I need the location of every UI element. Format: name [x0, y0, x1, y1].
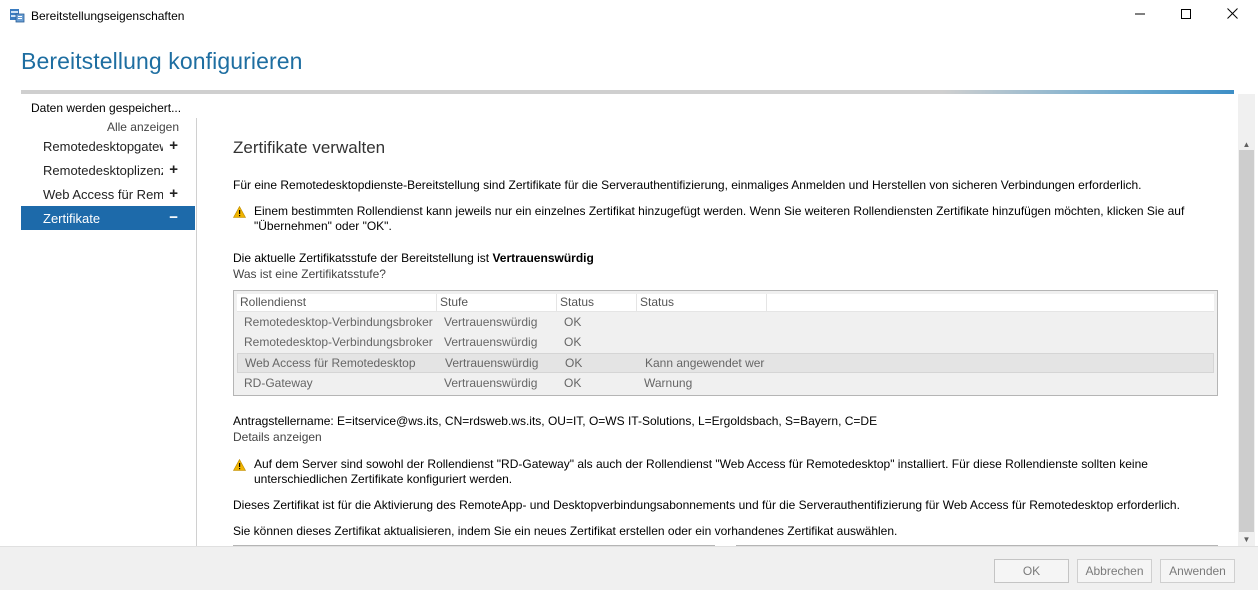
certificate-update-text: Sie können dieses Zertifikat aktualisier… [233, 524, 898, 538]
ok-button[interactable]: OK [994, 559, 1069, 583]
cell-level: Vertrauenswürdig [444, 315, 538, 329]
sidebar-item-label: Zertifikate [43, 210, 101, 226]
close-icon [1226, 8, 1238, 22]
window-title: Bereitstellungseigenschaften [31, 9, 185, 23]
intro-text: Für eine Remotedesktopdienste-Bereitstel… [233, 178, 1142, 192]
certificate-level-line: Die aktuelle Zertifikatsstufe der Bereit… [233, 251, 594, 265]
warning-message: Einem bestimmten Rollendienst kann jewei… [232, 204, 1194, 234]
expand-icon: + [169, 161, 178, 178]
warning-icon [232, 205, 247, 218]
maximize-button[interactable] [1163, 0, 1209, 30]
cell-status: OK [565, 356, 583, 370]
subject-name: Antragstellername: E=itservice@ws.its, C… [233, 414, 878, 428]
maximize-icon [1181, 8, 1191, 22]
sidebar: Daten werden gespeichert... Alle anzeige… [0, 94, 210, 546]
server-properties-icon [9, 7, 25, 23]
minimize-button[interactable] [1117, 0, 1163, 30]
warning-message: Auf dem Server sind sowohl der Rollendie… [232, 457, 1194, 487]
sidebar-item-label: Web Access für Remotedesktop [43, 186, 163, 202]
vertical-scrollbar[interactable]: ▲ ▼ [1238, 94, 1255, 546]
cell-status: OK [564, 315, 582, 329]
warning-text: Einem bestimmten Rollendienst kann jewei… [254, 204, 1185, 233]
expand-icon: + [169, 185, 178, 202]
certificate-level-value: Vertrauenswürdig [492, 251, 594, 265]
cell-role: Remotedesktop-Verbindungsbroker [244, 315, 433, 329]
cell-status-detail: Warnung [644, 376, 693, 390]
certificate-usage-text: Dieses Zertifikat ist für die Aktivierun… [233, 498, 1180, 512]
table-row-selected[interactable]: Web Access für Remotedesktop Vertrauensw… [237, 353, 1214, 373]
main-content: Zertifikate verwalten Für eine Remotedes… [232, 94, 1233, 546]
table-row[interactable]: RD-Gateway Vertrauenswürdig OK Warnung [237, 374, 1214, 394]
sidebar-item-zertifikate[interactable]: Zertifikate − [21, 206, 195, 230]
page-title: Bereitstellung konfigurieren [21, 48, 303, 74]
column-header-status[interactable]: Status [557, 294, 637, 312]
title-bar: Bereitstellungseigenschaften [0, 0, 1258, 31]
scroll-down-icon[interactable]: ▼ [1238, 532, 1255, 546]
role-service-table: Rollendienst Stufe Status Status Remoted… [233, 290, 1218, 396]
cell-status-detail: Kann angewendet wer [645, 356, 765, 370]
table-header: Rollendienst Stufe Status Status [237, 294, 1214, 312]
certificate-level-help-link[interactable]: Was ist eine Zertifikatsstufe? [233, 267, 386, 281]
table-row[interactable]: Remotedesktop-Verbindungsbroker Vertraue… [237, 313, 1214, 333]
column-header-level[interactable]: Stufe [437, 294, 557, 312]
cell-level: Vertrauenswürdig [445, 356, 539, 370]
dialog-footer: OK Abbrechen Anwenden [0, 546, 1258, 590]
cell-level: Vertrauenswürdig [444, 335, 538, 349]
cell-status: OK [564, 376, 582, 390]
close-button[interactable] [1209, 0, 1255, 30]
column-header-status-detail[interactable]: Status [637, 294, 767, 312]
expand-icon: + [169, 137, 178, 154]
cell-level: Vertrauenswürdig [444, 376, 538, 390]
show-details-link[interactable]: Details anzeigen [233, 430, 322, 444]
warning-text: Auf dem Server sind sowohl der Rollendie… [254, 457, 1148, 486]
cell-role: RD-Gateway [244, 376, 313, 390]
sidebar-item-remotedesktopgateway[interactable]: Remotedesktopgateway + [21, 134, 195, 158]
cell-status: OK [564, 335, 582, 349]
sidebar-item-label: Remotedesktoplizenzierung [43, 162, 163, 178]
sidebar-divider [196, 118, 197, 546]
sidebar-item-label: Remotedesktopgateway [43, 138, 163, 154]
table-row[interactable]: Remotedesktop-Verbindungsbroker Vertraue… [237, 333, 1214, 353]
sidebar-item-remotedesktoplizenzierung[interactable]: Remotedesktoplizenzierung + [21, 158, 195, 182]
minimize-icon [1135, 8, 1145, 22]
column-header-role[interactable]: Rollendienst [237, 294, 437, 312]
saving-status: Daten werden gespeichert... [31, 101, 182, 115]
cell-role: Remotedesktop-Verbindungsbroker [244, 335, 433, 349]
collapse-icon: − [169, 209, 178, 226]
warning-icon [232, 458, 247, 471]
show-all-link[interactable]: Alle anzeigen [0, 120, 179, 134]
scroll-up-icon[interactable]: ▲ [1238, 138, 1255, 150]
apply-button[interactable]: Anwenden [1160, 559, 1235, 583]
cell-role: Web Access für Remotedesktop [245, 356, 416, 370]
cancel-button[interactable]: Abbrechen [1077, 559, 1152, 583]
certificate-level-prefix: Die aktuelle Zertifikatsstufe der Bereit… [233, 251, 493, 265]
scrollbar-thumb[interactable] [1239, 150, 1254, 532]
sidebar-item-web-access[interactable]: Web Access für Remotedesktop + [21, 182, 195, 206]
section-title: Zertifikate verwalten [233, 138, 386, 157]
